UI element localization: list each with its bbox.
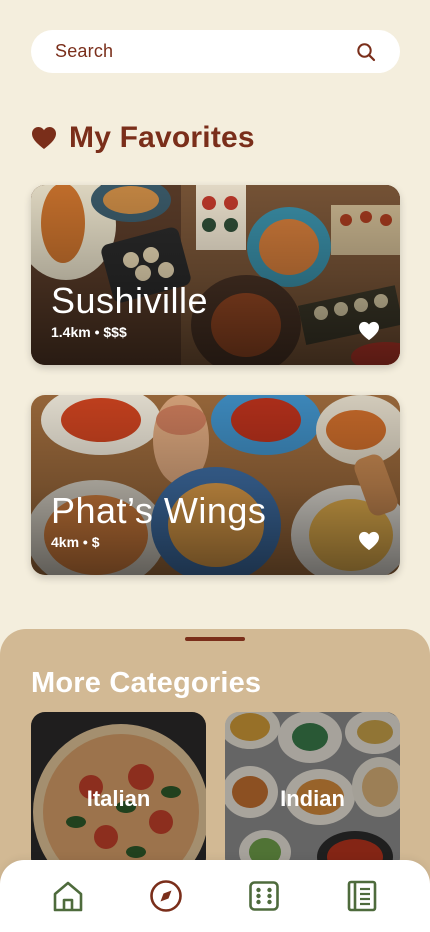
restaurant-name: Sushiville: [51, 280, 209, 321]
heart-icon: [31, 126, 57, 150]
restaurant-meta: 4km • $: [51, 534, 100, 550]
bottom-tab-bar: [0, 860, 430, 932]
compass-icon[interactable]: [148, 878, 184, 914]
restaurant-meta: 1.4km • $$$: [51, 324, 127, 340]
notebook-icon[interactable]: [344, 878, 380, 914]
favorite-heart-icon[interactable]: [358, 321, 380, 341]
home-icon[interactable]: [50, 878, 86, 914]
category-label: Indian: [280, 786, 345, 811]
search-icon[interactable]: [356, 42, 376, 62]
categories-title: More Categories: [31, 667, 262, 699]
search-bar[interactable]: Search: [31, 30, 400, 73]
dice-icon[interactable]: [246, 878, 282, 914]
category-label: Italian: [86, 786, 151, 811]
favorites-title: My Favorites: [69, 121, 255, 154]
search-input[interactable]: Search: [55, 41, 356, 62]
drag-handle[interactable]: [185, 637, 245, 641]
favorites-header: My Favorites: [31, 118, 255, 158]
favorite-heart-icon[interactable]: [358, 531, 380, 551]
favorite-card[interactable]: Sushiville 1.4km • $$$: [31, 185, 400, 365]
restaurant-name: Phat’s Wings: [51, 490, 267, 531]
category-card[interactable]: Italian: [31, 712, 206, 872]
category-card[interactable]: Indian: [225, 712, 400, 872]
favorite-card[interactable]: Phat’s Wings 4km • $: [31, 395, 400, 575]
